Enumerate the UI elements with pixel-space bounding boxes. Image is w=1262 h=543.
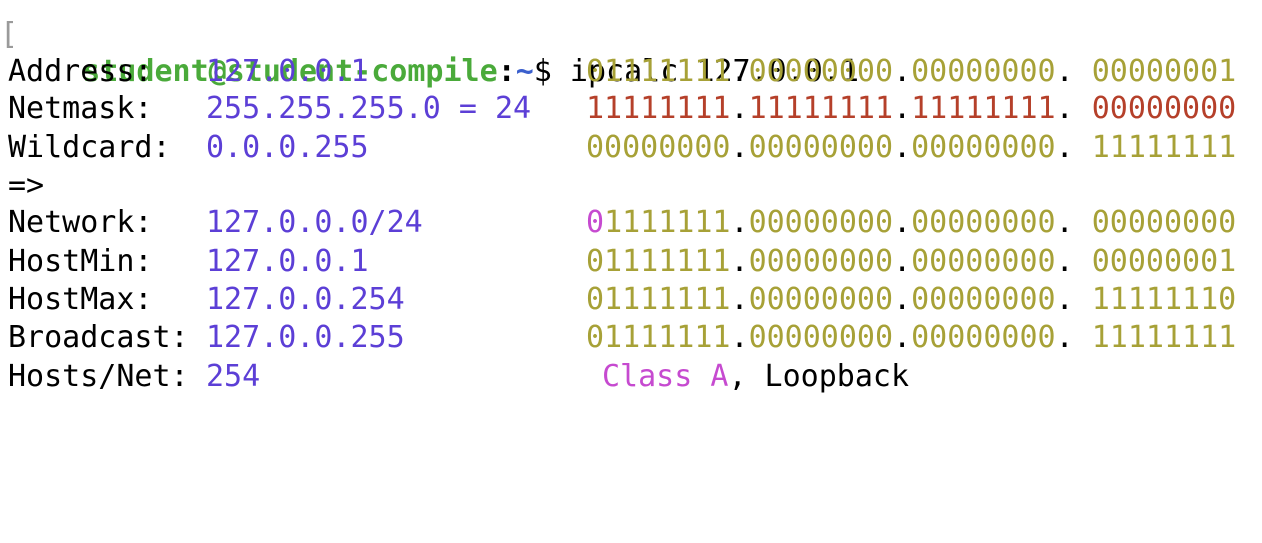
prompt-separator: :: [497, 54, 516, 89]
row-label: Netmask:: [8, 91, 153, 126]
row-binary: 11111111.11111111.11111111. 00000000: [586, 91, 1237, 126]
binary-class-bit: 0: [586, 205, 605, 240]
binary-octet-1-rest: 1111111: [604, 205, 731, 240]
binary-octet-3: 00000000: [911, 205, 1056, 240]
row-value: 254: [206, 359, 261, 394]
row-binary: 01111111.00000000.00000000. 00000001: [586, 244, 1237, 279]
terminal-window[interactable]: [ student@student-compile:~$ ipcalc 127.…: [0, 0, 1262, 418]
prompt-symbol: $: [533, 54, 552, 89]
binary-octet-4: 00000001: [1091, 244, 1237, 279]
row-binary: 01111111.00000000.00000000. 00000001: [586, 54, 1237, 89]
row-value: 127.0.0.255: [206, 320, 405, 355]
binary-octet-4: 00000000: [1091, 91, 1237, 126]
binary-octet-3: 00000000: [911, 282, 1056, 317]
binary-octet-3: 00000000: [911, 54, 1056, 89]
row-binary: 01111111.00000000.00000000. 11111110: [586, 282, 1237, 317]
binary-octet-4: 00000000: [1091, 205, 1237, 240]
binary-octet-1: 01111111: [586, 282, 731, 317]
row-binary: 00000000.00000000.00000000. 11111111: [586, 130, 1237, 165]
binary-octet-4: 11111110: [1091, 282, 1237, 317]
binary-octet-4: 00000001: [1091, 54, 1237, 89]
row-label: Wildcard:: [8, 130, 171, 165]
network-class: Class A: [602, 359, 729, 394]
row-value: 127.0.0.0/24: [206, 205, 423, 240]
row-value: 255.255.255.0 = 24: [206, 91, 532, 126]
binary-octet-2: 00000000: [748, 244, 894, 279]
binary-octet-2: 00000000: [748, 130, 894, 165]
row-binary: 01111111.00000000.00000000. 00000000: [586, 205, 1237, 240]
row-label: Address:: [8, 54, 153, 89]
row-label: Broadcast:: [8, 320, 189, 355]
binary-octet-1: 01111111: [586, 320, 731, 355]
output-row-address: Address: 127.0.0.1 01111111.00000000.000…: [8, 53, 1236, 90]
binary-octet-3: 00000000: [911, 130, 1056, 165]
output-row-hosts: Hosts/Net: 254 Class A, Loopback: [8, 358, 909, 395]
row-value: 127.0.0.1: [206, 54, 369, 89]
binary-octet-2: 00000000: [748, 282, 894, 317]
output-row-network: Network: 127.0.0.0/24 01111111.00000000.…: [8, 204, 1236, 241]
prompt-line: student@student-compile:~$ ipcalc 127.0.…: [10, 16, 859, 89]
row-value: 127.0.0.1: [206, 244, 369, 279]
arrow-separator: =>: [8, 168, 45, 203]
prompt-path: ~: [515, 54, 534, 89]
binary-octet-2: 00000000: [748, 205, 894, 240]
binary-octet-1: 00000000: [586, 130, 731, 165]
binary-octet-3: 00000000: [911, 244, 1056, 279]
output-row-broadcast: Broadcast: 127.0.0.255 01111111.00000000…: [8, 319, 1236, 356]
output-row-hostmin: HostMin: 127.0.0.1 01111111.00000000.000…: [8, 243, 1236, 280]
output-row-hostmax: HostMax: 127.0.0.254 01111111.00000000.0…: [8, 281, 1236, 318]
binary-octet-1: 01111111: [586, 54, 731, 89]
binary-octet-4: 11111111: [1091, 130, 1237, 165]
binary-octet-2: 00000000: [748, 54, 894, 89]
binary-octet-1: 01111111: [586, 244, 731, 279]
row-label: Hosts/Net:: [8, 359, 189, 394]
binary-octet-3: 11111111: [911, 91, 1056, 126]
row-label: Network:: [8, 205, 153, 240]
network-class-info: Class A, Loopback: [602, 358, 909, 395]
output-row-arrow: =>: [8, 167, 80, 204]
row-label: HostMax:: [8, 282, 153, 317]
binary-octet-2: 00000000: [748, 320, 894, 355]
binary-octet-2: 11111111: [748, 91, 894, 126]
binary-octet-3: 00000000: [911, 320, 1056, 355]
network-class-suffix: , Loopback: [728, 359, 910, 394]
row-value: 0.0.0.255: [206, 130, 369, 165]
row-binary: 01111111.00000000.00000000. 11111111: [586, 320, 1237, 355]
row-label: HostMin:: [8, 244, 153, 279]
binary-octet-4: 11111111: [1091, 320, 1237, 355]
output-row-wildcard: Wildcard: 0.0.0.255 00000000.00000000.00…: [8, 129, 1236, 166]
binary-octet-1: 11111111: [586, 91, 731, 126]
output-row-netmask: Netmask: 255.255.255.0 = 24 11111111.111…: [8, 90, 1236, 127]
row-value: 127.0.0.254: [206, 282, 405, 317]
